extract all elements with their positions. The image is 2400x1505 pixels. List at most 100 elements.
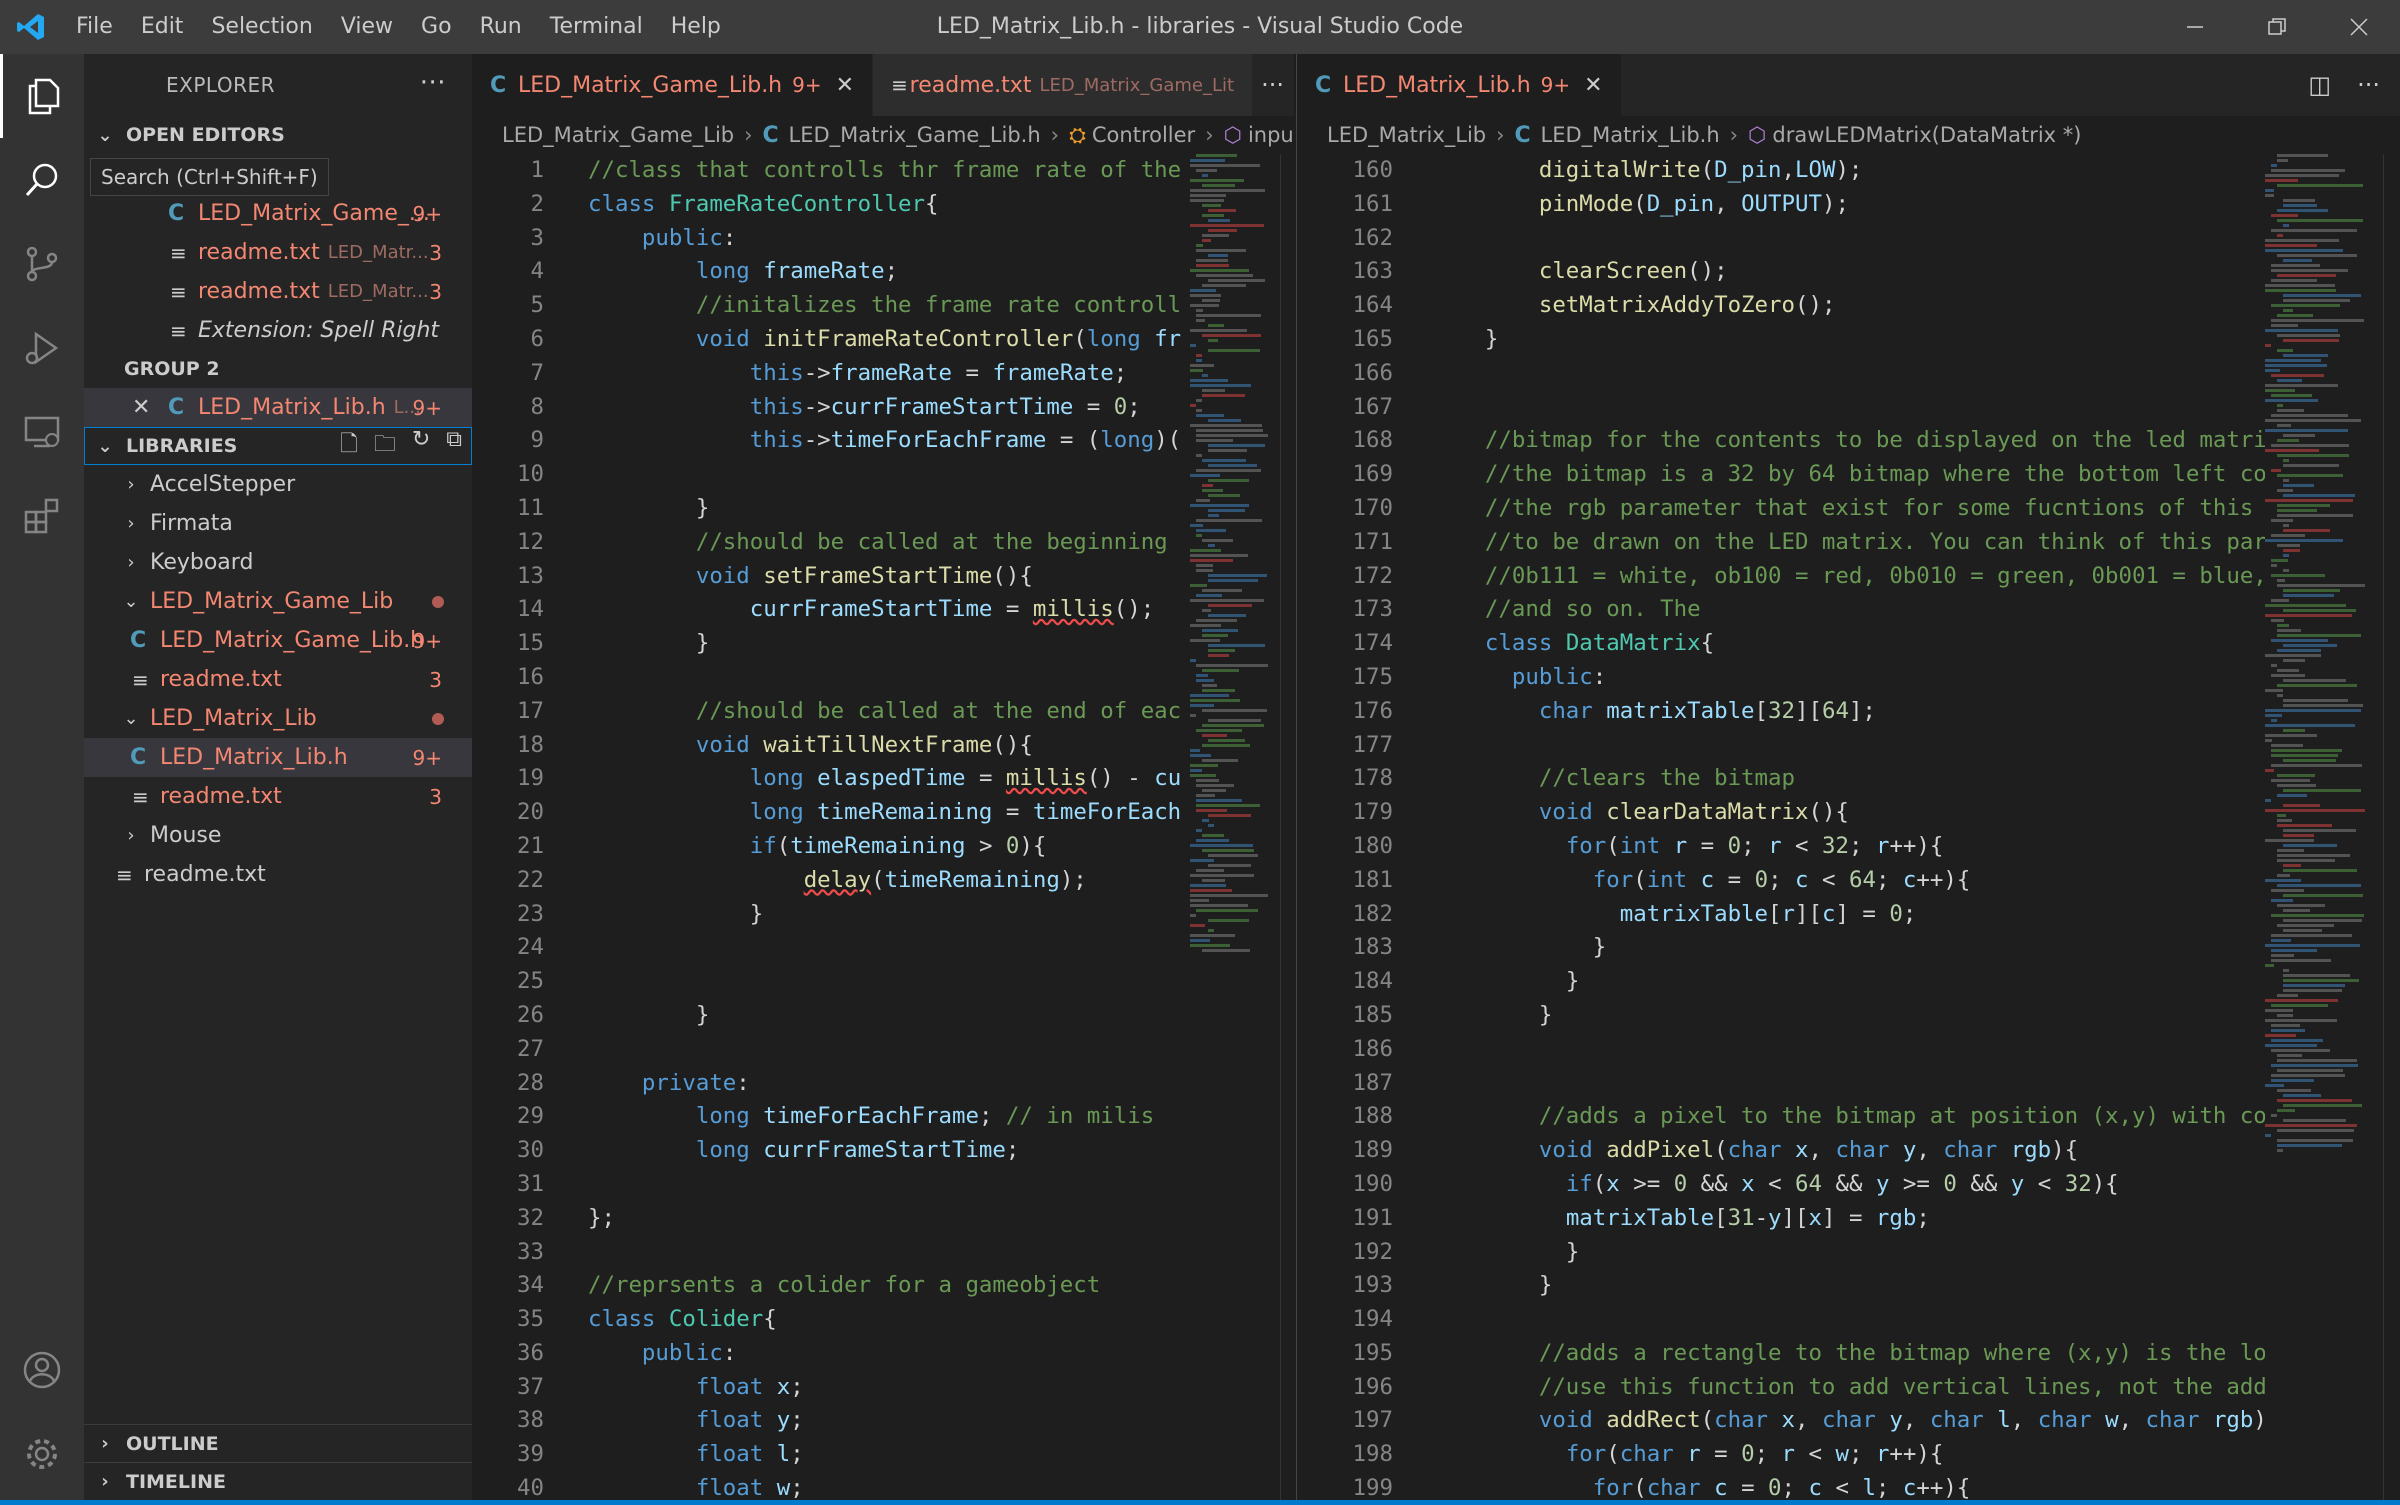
- code-line[interactable]: 38 float y;: [472, 1404, 1294, 1438]
- code-line[interactable]: 14 currFrameStartTime = millis();: [472, 593, 1294, 627]
- source-control-icon[interactable]: [0, 222, 84, 306]
- menu-file[interactable]: File: [62, 0, 127, 54]
- code-line[interactable]: 2 class FrameRateController{: [472, 188, 1294, 222]
- code-line[interactable]: 31: [472, 1168, 1294, 1202]
- new-folder-icon[interactable]: 🗀: [374, 427, 396, 465]
- code-line[interactable]: 166: [1297, 357, 2400, 391]
- extensions-icon[interactable]: [0, 474, 84, 558]
- split-editor-icon[interactable]: ◫: [2308, 71, 2331, 99]
- code-line[interactable]: 174 class DataMatrix{: [1297, 627, 2400, 661]
- menu-run[interactable]: Run: [466, 0, 536, 54]
- code-line[interactable]: 22 delay(timeRemaining);: [472, 864, 1294, 898]
- open-editor-item[interactable]: ≡ Extension: Spell Right: [84, 311, 472, 350]
- code-line[interactable]: 20 long timeRemaining = timeForEach: [472, 796, 1294, 830]
- code-line[interactable]: 3 public:: [472, 222, 1294, 256]
- breadcrumb-item[interactable]: LED_Matrix_Game_Lib: [502, 123, 734, 147]
- code-line[interactable]: 164 setMatrixAddyToZero();: [1297, 289, 2400, 323]
- code-line[interactable]: 184 }: [1297, 965, 2400, 999]
- breadcrumb-item[interactable]: LED_Matrix_Game_Lib.h: [789, 123, 1041, 147]
- code-line[interactable]: 23 }: [472, 898, 1294, 932]
- code-line[interactable]: 187: [1297, 1067, 2400, 1101]
- menu-view[interactable]: View: [327, 0, 407, 54]
- tree-item-file-selected[interactable]: C LED_Matrix_Lib.h 9+: [84, 738, 472, 777]
- code-line[interactable]: 179 void clearDataMatrix(){: [1297, 796, 2400, 830]
- minimap[interactable]: [2265, 154, 2383, 1500]
- remote-explorer-icon[interactable]: [0, 390, 84, 474]
- code-line[interactable]: 28 private:: [472, 1067, 1294, 1101]
- tree-item-folder[interactable]: ⌄ LED_Matrix_Game_Lib: [84, 582, 472, 621]
- more-actions-icon[interactable]: ···: [2357, 71, 2380, 99]
- breadcrumb-item[interactable]: inpu: [1248, 123, 1294, 147]
- code-line[interactable]: 6 void initFrameRateController(long fr: [472, 323, 1294, 357]
- open-editors-section[interactable]: ⌄ OPEN EDITORS: [84, 116, 472, 154]
- code-line[interactable]: 160 digitalWrite(D_pin,LOW);: [1297, 154, 2400, 188]
- code-line[interactable]: 15 }: [472, 627, 1294, 661]
- code-line[interactable]: 182 matrixTable[r][c] = 0;: [1297, 898, 2400, 932]
- code-line[interactable]: 32};: [472, 1202, 1294, 1236]
- code-line[interactable]: 35 class Colider{: [472, 1303, 1294, 1337]
- code-line[interactable]: 189 void addPixel(char x, char y, char r…: [1297, 1134, 2400, 1168]
- scrollbar[interactable]: [1280, 154, 1294, 1500]
- breadcrumb-item[interactable]: drawLEDMatrix(DataMatrix *): [1772, 123, 2081, 147]
- code-line[interactable]: 16: [472, 661, 1294, 695]
- code-line[interactable]: 183 }: [1297, 931, 2400, 965]
- code-line[interactable]: 40 float w;: [472, 1472, 1294, 1500]
- menu-terminal[interactable]: Terminal: [536, 0, 657, 54]
- code-line[interactable]: 199 for(char c = 0; c < l; c++){: [1297, 1472, 2400, 1500]
- code-line[interactable]: 180 for(int r = 0; r < 32; r++){: [1297, 830, 2400, 864]
- code-line[interactable]: 181 for(int c = 0; c < 64; c++){: [1297, 864, 2400, 898]
- code-line[interactable]: 5 //initalizes the frame rate controll: [472, 289, 1294, 323]
- code-line[interactable]: 4 long frameRate;: [472, 255, 1294, 289]
- code-line[interactable]: 176 char matrixTable[32][64];: [1297, 695, 2400, 729]
- code-line[interactable]: 19 long elaspedTime = millis() - cu: [472, 762, 1294, 796]
- code-line[interactable]: 12 //should be called at the beginning: [472, 526, 1294, 560]
- code-line[interactable]: 186: [1297, 1033, 2400, 1067]
- account-icon[interactable]: [0, 1328, 84, 1412]
- tree-item-folder[interactable]: › Mouse: [84, 816, 472, 855]
- code-line[interactable]: 27: [472, 1033, 1294, 1067]
- minimap[interactable]: [1190, 154, 1282, 1500]
- code-editor[interactable]: 1 //class that controlls thr frame rate o…: [472, 154, 1294, 1500]
- run-debug-icon[interactable]: [0, 306, 84, 390]
- code-line[interactable]: 21 if(timeRemaining > 0){: [472, 830, 1294, 864]
- refresh-icon[interactable]: ↻: [412, 427, 430, 465]
- close-icon[interactable]: ✕: [1584, 73, 1602, 98]
- open-editor-item[interactable]: ≡ readme.txt LED_Matr... 3: [84, 233, 472, 272]
- scrollbar[interactable]: [2383, 154, 2400, 1500]
- code-line[interactable]: 37 float x;: [472, 1371, 1294, 1405]
- code-line[interactable]: 171 //to be drawn on the LED matrix. You…: [1297, 526, 2400, 560]
- code-line[interactable]: 33: [472, 1236, 1294, 1270]
- code-line[interactable]: 173 //and so on. The: [1297, 593, 2400, 627]
- close-icon[interactable]: ✕: [132, 395, 168, 420]
- code-line[interactable]: 195 //adds a rectangle to the bitmap whe…: [1297, 1337, 2400, 1371]
- code-line[interactable]: 13 void setFrameStartTime(){: [472, 560, 1294, 594]
- code-line[interactable]: 1 //class that controlls thr frame rate o…: [472, 154, 1294, 188]
- code-line[interactable]: 26 }: [472, 999, 1294, 1033]
- code-line[interactable]: 9 this->timeForEachFrame = (long)(: [472, 424, 1294, 458]
- code-line[interactable]: 17 //should be called at the end of eac: [472, 695, 1294, 729]
- tree-item-file[interactable]: ≡ readme.txt: [84, 855, 472, 894]
- code-line[interactable]: 11 }: [472, 492, 1294, 526]
- code-line[interactable]: 168 //bitmap for the contents to be disp…: [1297, 424, 2400, 458]
- explorer-icon[interactable]: [0, 54, 84, 138]
- open-editor-item[interactable]: C LED_Matrix_Game_... 9+: [84, 194, 472, 233]
- collapse-all-icon[interactable]: ⧉: [446, 427, 462, 465]
- breadcrumb-item[interactable]: Controller: [1092, 123, 1195, 147]
- minimize-button[interactable]: [2154, 0, 2236, 54]
- code-line[interactable]: 36 public:: [472, 1337, 1294, 1371]
- code-line[interactable]: 8 this->currFrameStartTime = 0;: [472, 391, 1294, 425]
- code-line[interactable]: 18 void waitTillNextFrame(){: [472, 729, 1294, 763]
- code-line[interactable]: 185 }: [1297, 999, 2400, 1033]
- code-line[interactable]: 170 //the rgb parameter that exist for s…: [1297, 492, 2400, 526]
- code-line[interactable]: 29 long timeForEachFrame; // in milis: [472, 1100, 1294, 1134]
- code-line[interactable]: 25: [472, 965, 1294, 999]
- code-line[interactable]: 34 //reprsents a colider for a gameobject: [472, 1269, 1294, 1303]
- close-icon[interactable]: ✕: [836, 73, 854, 98]
- code-line[interactable]: 197 void addRect(char x, char y, char l,…: [1297, 1404, 2400, 1438]
- restore-button[interactable]: [2236, 0, 2318, 54]
- code-line[interactable]: 188 //adds a pixel to the bitmap at posi…: [1297, 1100, 2400, 1134]
- code-line[interactable]: 172 //0b111 = white, ob100 = red, 0b010 …: [1297, 560, 2400, 594]
- code-line[interactable]: 161 pinMode(D_pin, OUTPUT);: [1297, 188, 2400, 222]
- more-actions-icon[interactable]: ···: [420, 68, 446, 98]
- libraries-section[interactable]: ⌄ LIBRARIES 🗋 🗀 ↻ ⧉: [84, 427, 472, 465]
